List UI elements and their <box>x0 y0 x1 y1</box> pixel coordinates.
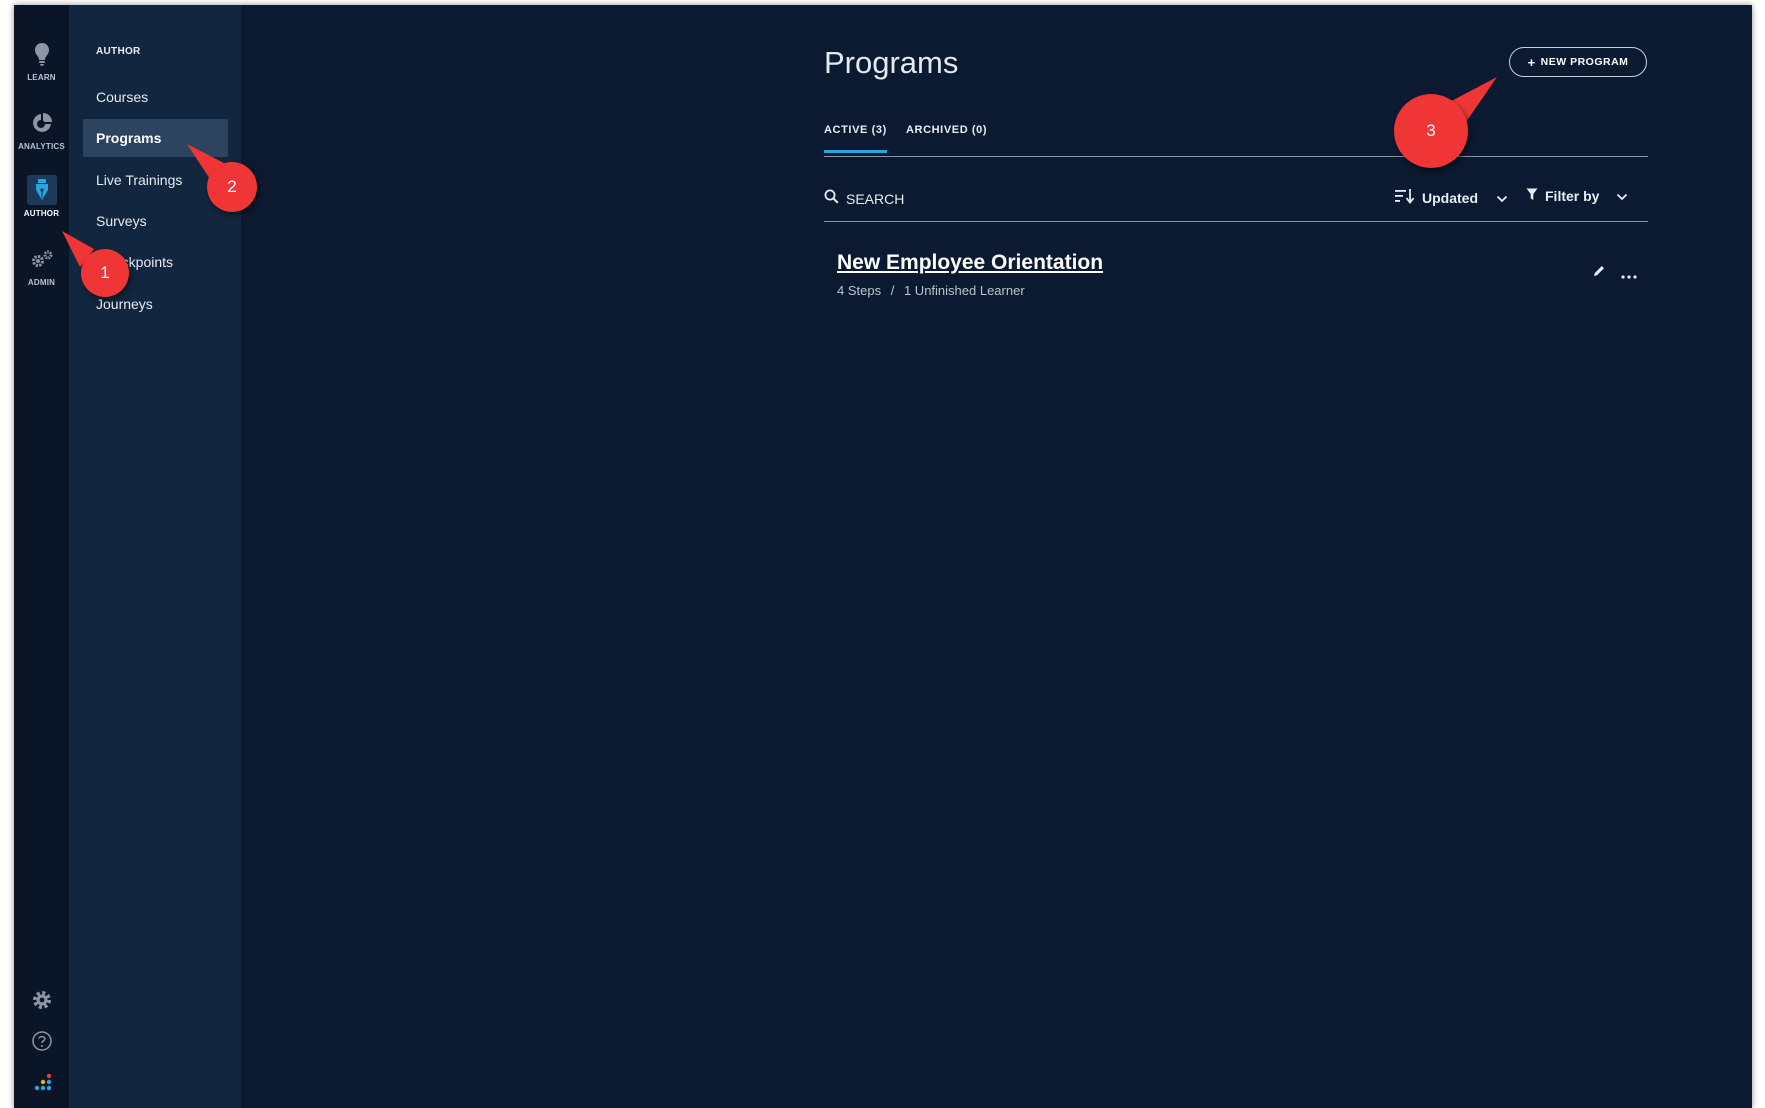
callout-badge: 1 <box>81 249 129 297</box>
callout-tails <box>62 77 1497 267</box>
callout-badge: 3 <box>1394 94 1468 168</box>
callout-badge: 2 <box>207 162 257 212</box>
app-window: LEARN ANALYTICS AUTHOR ADMIN AUTHOR Cour… <box>14 5 1752 1108</box>
